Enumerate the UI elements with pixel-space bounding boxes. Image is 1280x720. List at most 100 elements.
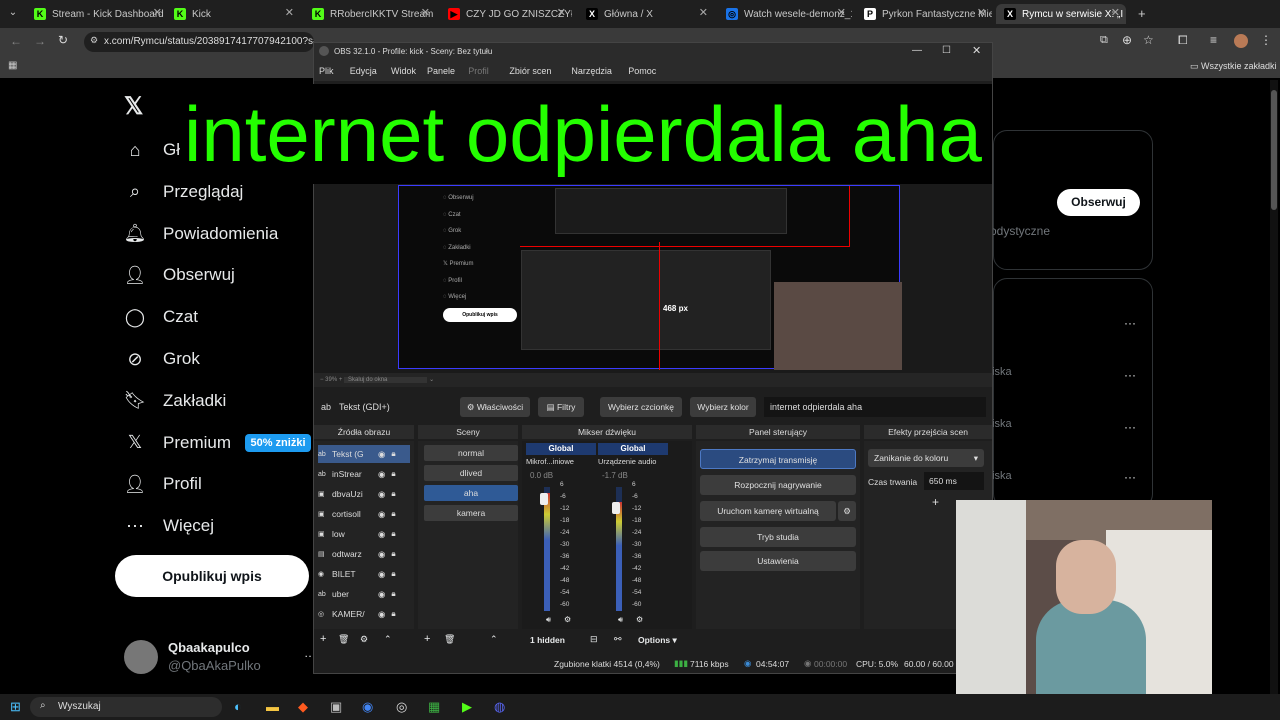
lock-icon[interactable]: 🔒︎ — [391, 549, 395, 559]
lock-icon[interactable]: 🔒︎ — [391, 609, 395, 619]
visibility-icon[interactable]: ◉ — [378, 549, 385, 560]
mixer-settings-icon[interactable]: ⚙ — [564, 615, 571, 624]
taskbar-search[interactable]: ⌕ Wyszukaj — [30, 697, 222, 717]
start-icon[interactable]: ⊞ — [10, 699, 21, 715]
tab-close-icon[interactable]: ✕ — [153, 6, 162, 19]
volume-slider-handle[interactable] — [612, 501, 620, 514]
nav-item-grok[interactable]: ⊘ Grok — [124, 344, 199, 374]
add-transition-icon[interactable]: + — [932, 495, 939, 509]
browser-tab[interactable]: KRRobercIKKTV Stream - W✕ — [304, 4, 436, 24]
studio-mode-button[interactable]: Tryb studia — [700, 527, 856, 547]
filters-button[interactable]: ▤ Filtry — [538, 397, 584, 417]
text-input[interactable]: internet odpierdala aha — [764, 397, 986, 417]
avatar[interactable] — [124, 640, 158, 674]
nav-item-profile[interactable]: 👤︎ Profil — [124, 469, 202, 499]
obs-icon[interactable]: ◎ — [396, 699, 407, 715]
back-icon[interactable]: ← — [10, 34, 22, 48]
lock-icon[interactable]: 🔒︎ — [391, 469, 395, 479]
properties-button[interactable]: ⚙ Właściwości — [460, 397, 530, 417]
media-icon[interactable]: ≡ — [1210, 33, 1217, 47]
scene-item[interactable]: normal — [424, 445, 518, 461]
app-icon[interactable]: ▣ — [330, 699, 342, 715]
obs-menu-item[interactable]: Plik — [319, 66, 334, 76]
webcam-source[interactable] — [774, 282, 902, 370]
visibility-icon[interactable]: ◉ — [378, 509, 385, 520]
browser-tab[interactable]: ◎ Watch wesele-demonz_1 ✕ — [718, 4, 852, 24]
browser-tab[interactable]: K Kick ✕ — [166, 4, 300, 24]
profile-avatar[interactable] — [1234, 34, 1248, 48]
visibility-icon[interactable]: ◉ — [378, 529, 385, 540]
tab-close-icon[interactable]: ✕ — [285, 6, 294, 19]
obs-menu-item[interactable]: Profil — [468, 66, 489, 76]
scene-item[interactable]: dlived — [424, 465, 518, 481]
lock-icon[interactable]: 🔒︎ — [391, 489, 395, 499]
mixer-layout-icon[interactable]: ⊟ — [590, 634, 598, 645]
source-item[interactable]: ab inStrear ◉ 🔒︎ — [318, 465, 410, 483]
tab-close-icon[interactable]: ✕ — [557, 6, 566, 19]
source-item[interactable]: ▤ odtwarz ◉ 🔒︎ — [318, 545, 410, 563]
visibility-icon[interactable]: ◉ — [378, 569, 385, 580]
tab-close-icon[interactable]: ✕ — [837, 6, 846, 19]
source-item[interactable]: ab uber ◉ 🔒︎ — [318, 585, 410, 603]
nav-item-bookmarks[interactable]: 🔖︎ Zakładki — [124, 386, 227, 416]
more-icon[interactable]: ··· — [1124, 368, 1136, 382]
start-virtualcam-button[interactable]: Uruchom kamerę wirtualną — [700, 501, 836, 521]
tab-search-icon[interactable]: ⌄ — [6, 7, 20, 21]
scene-item[interactable]: kamera — [424, 505, 518, 521]
lock-icon[interactable]: 🔒︎ — [391, 589, 395, 599]
settings-button[interactable]: Ustawienia — [700, 551, 856, 571]
more-icon[interactable]: ··· — [1124, 420, 1136, 434]
source-item[interactable]: ▣ dbvaUzi ◉ 🔒︎ — [318, 485, 410, 503]
tab-close-icon[interactable]: ✕ — [977, 6, 986, 19]
site-info-icon[interactable]: ⚙ — [90, 35, 98, 46]
lock-icon[interactable]: 🔒︎ — [391, 529, 395, 539]
mixer-device-select[interactable]: Mikrof...iniowe — [526, 457, 596, 469]
browser-tab[interactable]: XRymcu w serwisie X: „I tak✕ — [996, 4, 1126, 24]
install-icon[interactable]: ⧉ — [1100, 34, 1108, 47]
scene-up-icon[interactable]: ⌃ — [490, 634, 498, 645]
browser-tab[interactable]: K Stream - Kick Dashboard ✕ — [26, 4, 168, 24]
source-item[interactable]: ▣ cortisoll ◉ 🔒︎ — [318, 505, 410, 523]
visibility-icon[interactable]: ◉ — [378, 589, 385, 600]
apps-icon[interactable]: ▦ — [8, 60, 17, 71]
kick-icon[interactable]: ▶ — [462, 699, 472, 715]
brave-icon[interactable]: ◆ — [298, 699, 308, 715]
visibility-icon[interactable]: ◉ — [378, 449, 385, 460]
nav-item-follow[interactable]: 👤︎ Obserwuj — [124, 260, 235, 290]
tab-close-icon[interactable]: ✕ — [421, 6, 430, 19]
obs-menu-item[interactable]: Narzędzia — [571, 66, 612, 76]
browser-tab[interactable]: X Główna / X ✕ — [578, 4, 714, 24]
remove-scene-icon[interactable]: 🗑 — [444, 634, 455, 645]
extensions-icon[interactable]: ⧠ — [1178, 33, 1188, 48]
source-item[interactable]: ◎ KAMER/ ◉ 🔒︎ — [318, 605, 410, 623]
chrome-icon[interactable]: ◉ — [362, 699, 373, 715]
mixer-settings-icon[interactable]: ⚙ — [636, 615, 643, 624]
browser-tab[interactable]: ▶CZY JD GO ZNISZCZYŁO?✕ — [440, 4, 572, 24]
tab-close-icon[interactable]: ✕ — [699, 6, 708, 19]
x-logo-icon[interactable]: 𝕏 — [124, 92, 143, 121]
start-recording-button[interactable]: Rozpocznij nagrywanie — [700, 475, 856, 495]
remove-source-icon[interactable]: 🗑 — [338, 634, 349, 645]
zoom-icon[interactable]: ⊕ — [1122, 33, 1132, 47]
lock-icon[interactable]: 🔒︎ — [391, 569, 395, 579]
source-item[interactable]: ▣ low ◉ 🔒︎ — [318, 525, 410, 543]
add-scene-icon[interactable]: + — [424, 633, 430, 645]
more-icon[interactable]: ··· — [1124, 316, 1136, 330]
maximize-icon[interactable]: ☐ — [942, 45, 951, 56]
lock-icon[interactable]: 🔒︎ — [391, 449, 395, 459]
explorer-icon[interactable]: ▬ — [266, 699, 279, 714]
post-button[interactable]: Opublikuj wpis — [115, 555, 309, 597]
obs-menu-item[interactable]: Pomoc — [628, 66, 656, 76]
preview-area[interactable]: ◌ Obserwuj ◌ Czat ◌ Grok ◌ Zakładki 𝕏 Premiu… — [314, 183, 992, 387]
transition-select[interactable]: Zanikanie do koloru ▾ — [868, 449, 984, 467]
forward-icon[interactable]: → — [34, 34, 46, 48]
nav-item-more[interactable]: ⋯ Więcej — [124, 511, 214, 541]
new-tab-icon[interactable]: + — [1138, 6, 1146, 21]
mixer-options-button[interactable]: Options ▾ — [638, 635, 677, 646]
virtualcam-settings-icon[interactable]: ⚙ — [838, 501, 856, 521]
lock-icon[interactable]: 🔒︎ — [391, 509, 395, 519]
menu-icon[interactable]: ⋮ — [1260, 33, 1272, 47]
duration-input[interactable]: 650 ms — [924, 472, 984, 490]
nav-item-premium[interactable]: 𝕏 Premium — [124, 428, 231, 458]
nav-item-chat[interactable]: ◯ Czat — [124, 302, 198, 332]
